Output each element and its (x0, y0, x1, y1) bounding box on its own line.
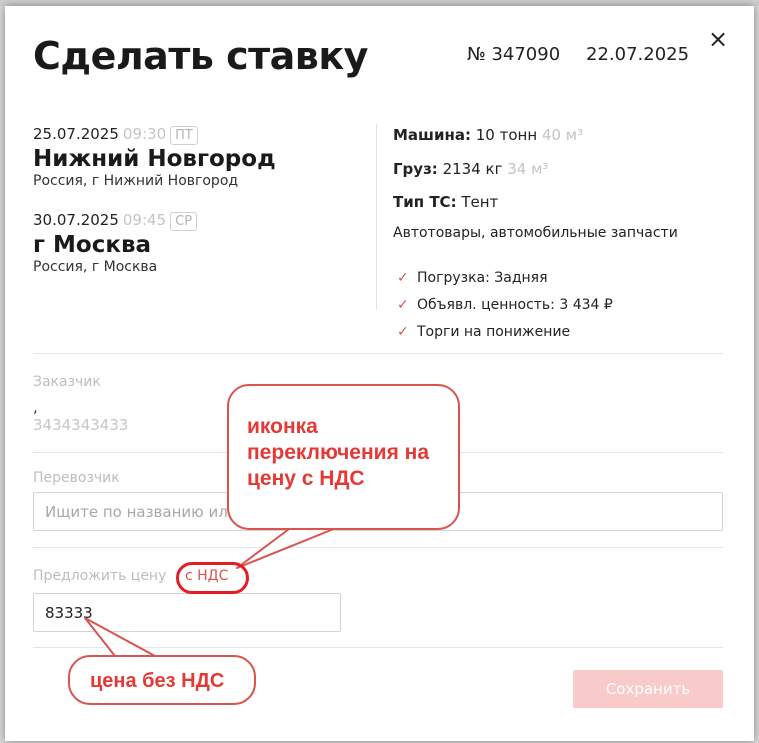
pickup-datetime: 25.07.2025 09:30 ПТ (33, 124, 276, 145)
condition-text: Торги на понижение (417, 323, 571, 340)
cargo-description: Автотовары, автомобильные запчасти (393, 225, 678, 241)
delivery-datetime: 30.07.2025 09:45 СР (33, 210, 198, 231)
order-number: № 347090 (467, 44, 561, 65)
truck-type-spec: Тип ТС: Тент (393, 193, 498, 211)
section-divider (33, 647, 723, 648)
vehicle-spec: Машина: 10 тонн 40 м³ (393, 126, 583, 144)
annotation-price-callout: цена без НДС (68, 655, 256, 705)
cargo-value: 2134 кг (442, 160, 503, 178)
vehicle-volume: 40 м³ (541, 126, 584, 144)
customer-phone: 3434343433 (33, 416, 129, 434)
cargo-label: Груз: (393, 160, 438, 178)
truck-type-label: Тип ТС: (393, 193, 457, 211)
pickup-city: Нижний Новгород (33, 146, 276, 172)
annotation-highlight-ring (176, 562, 249, 594)
customer-label: Заказчик (33, 374, 101, 390)
annotation-vat-callout: иконка переключения на цену с НДС (227, 384, 460, 530)
column-divider (376, 124, 377, 310)
section-divider (33, 547, 723, 548)
cargo-spec: Груз: 2134 кг 34 м³ (393, 160, 548, 178)
condition-item: ✓ Погрузка: Задняя (397, 264, 613, 291)
cargo-volume: 34 м³ (507, 160, 549, 178)
condition-text: Объявл. ценность: 3 434 ₽ (417, 296, 613, 313)
save-button[interactable]: Сохранить (573, 670, 723, 708)
condition-item: ✓ Торги на понижение (397, 318, 613, 345)
delivery-day-badge: СР (170, 212, 198, 231)
modal-title: Сделать ставку (33, 34, 368, 78)
order-date: 22.07.2025 (586, 44, 690, 65)
delivery-date: 30.07.2025 (33, 211, 119, 229)
pickup-time: 09:30 (122, 125, 167, 143)
pickup-day-badge: ПТ (170, 126, 198, 145)
delivery-city: г Москва (33, 232, 152, 258)
pickup-address: Россия, г Нижний Новгород (33, 173, 239, 189)
check-icon: ✓ (397, 323, 409, 340)
bid-modal: Сделать ставку № 347090 22.07.2025 × 25.… (5, 6, 754, 741)
vehicle-label: Машина: (393, 126, 471, 144)
carrier-label: Перевозчик (33, 470, 120, 486)
delivery-stop: 30.07.2025 09:45 СР г Москва Россия, г Мос… (33, 210, 198, 275)
delivery-address: Россия, г Москва (33, 259, 158, 275)
price-label: Предложить цену (33, 568, 167, 584)
delivery-time: 09:45 (122, 211, 167, 229)
check-icon: ✓ (397, 296, 409, 313)
condition-item: ✓ Объявл. ценность: 3 434 ₽ (397, 291, 613, 318)
pickup-stop: 25.07.2025 09:30 ПТ Нижний Новгород Россия… (33, 124, 276, 189)
conditions-list: ✓ Погрузка: Задняя ✓ Объявл. ценность: 3… (397, 264, 613, 345)
section-divider (33, 353, 723, 354)
condition-text: Погрузка: Задняя (417, 269, 548, 286)
vehicle-value: 10 тонн (475, 126, 538, 144)
check-icon: ✓ (397, 269, 409, 286)
close-icon[interactable]: × (705, 26, 731, 52)
truck-type-value: Тент (461, 193, 499, 211)
pickup-date: 25.07.2025 (33, 125, 119, 143)
price-input[interactable] (33, 593, 341, 632)
customer-name: , (33, 398, 38, 416)
